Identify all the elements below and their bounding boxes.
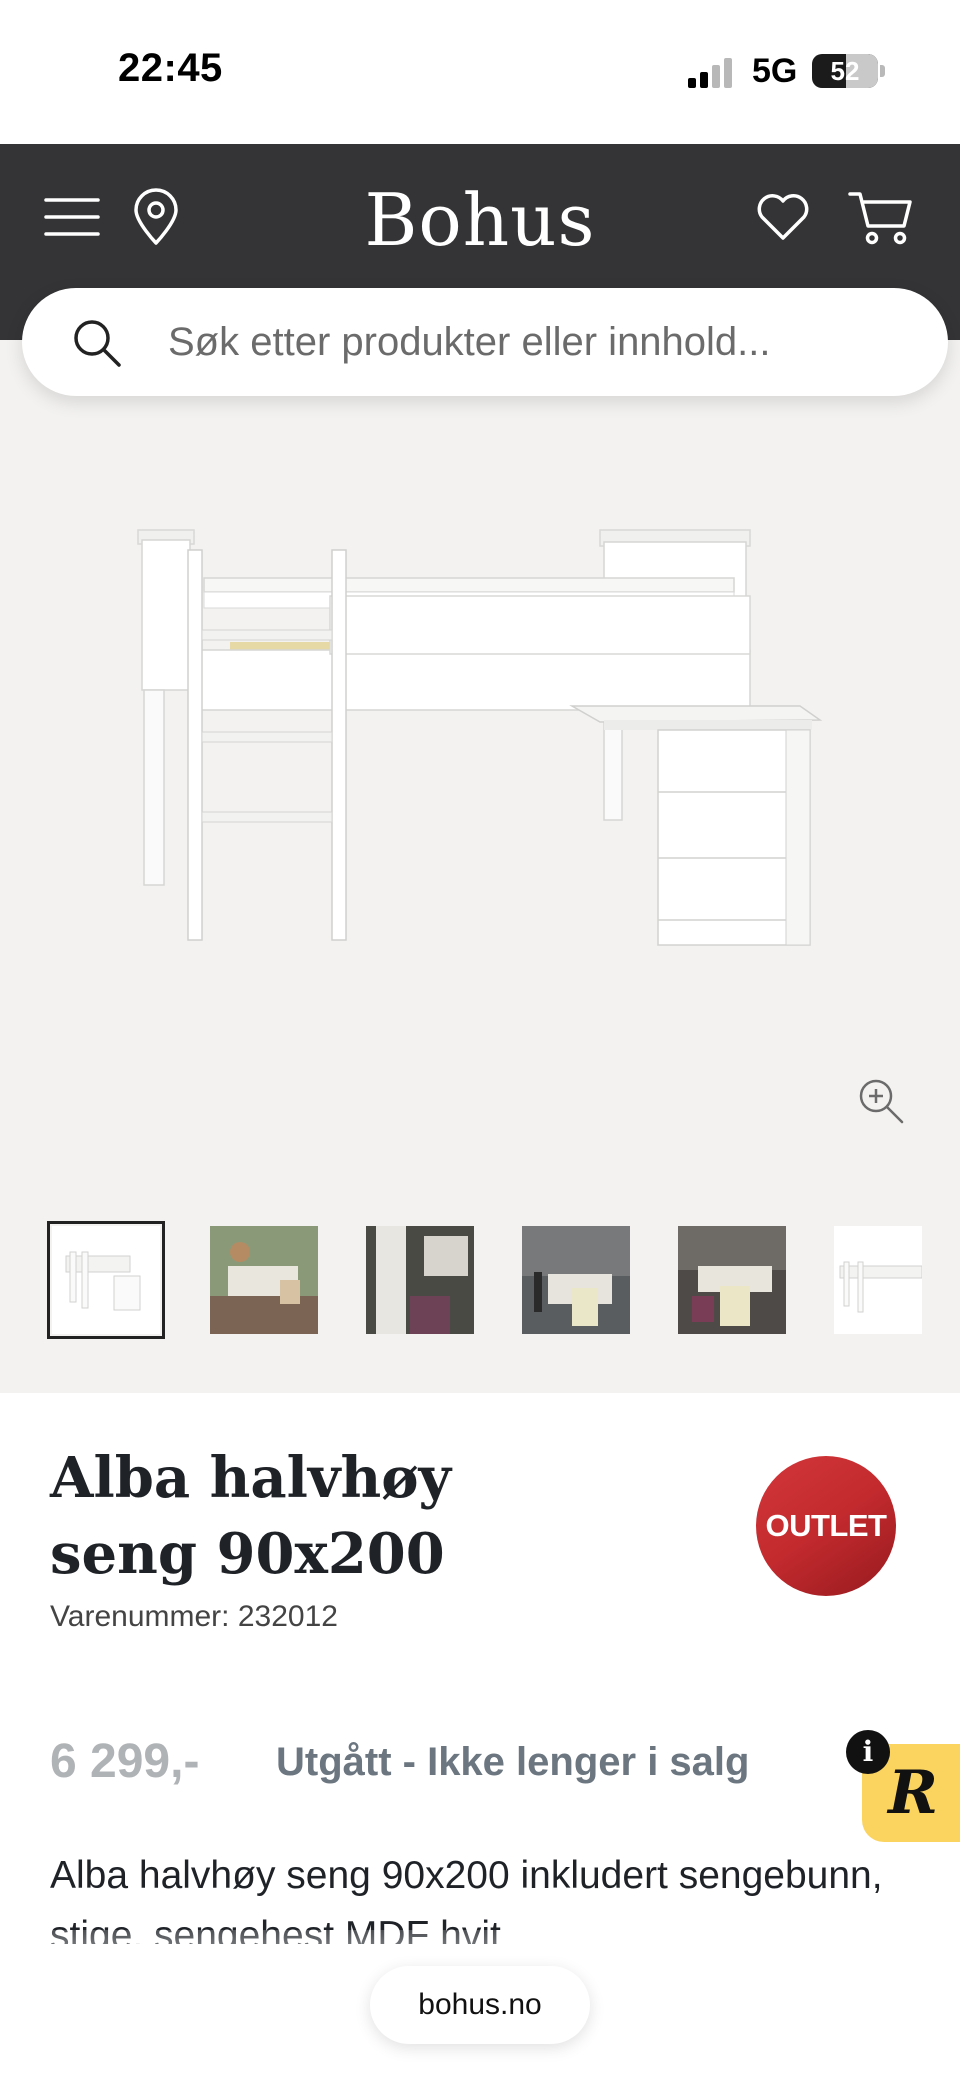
product-title: Alba halvhøy seng 90x200 xyxy=(50,1445,452,1587)
product-gallery xyxy=(0,340,960,1393)
search-input[interactable] xyxy=(168,308,908,376)
status-time: 22:45 xyxy=(118,46,223,90)
thumbnail-5[interactable] xyxy=(678,1226,786,1334)
thumbnail-strip xyxy=(47,1221,960,1346)
battery-level: 52 xyxy=(830,56,860,86)
thumbnail-1[interactable] xyxy=(47,1221,165,1339)
url-pill[interactable]: bohus.no xyxy=(370,1966,590,2044)
heart-icon[interactable] xyxy=(754,188,812,246)
search-icon xyxy=(74,320,121,367)
status-bar: 22:45 5G 52 xyxy=(0,0,960,144)
cart-icon[interactable] xyxy=(848,188,914,246)
review-widget-letter: R xyxy=(888,1758,938,1828)
product-sku: Varenummer: 232012 xyxy=(50,1600,338,1633)
battery-icon: 52 xyxy=(812,54,878,88)
search-bar[interactable] xyxy=(22,288,948,396)
availability-status: Utgått - Ikke lenger i salg xyxy=(276,1740,750,1784)
network-type: 5G xyxy=(752,52,798,90)
menu-icon[interactable] xyxy=(44,192,100,242)
site-logo[interactable]: Bohus xyxy=(330,178,630,262)
thumbnail-2[interactable] xyxy=(210,1226,318,1334)
signal-icon xyxy=(688,58,732,88)
battery-tip xyxy=(880,65,885,77)
product-main-image[interactable] xyxy=(110,510,840,950)
thumbnail-4[interactable] xyxy=(522,1226,630,1334)
thumbnail-3[interactable] xyxy=(366,1226,474,1334)
outlet-badge-label: OUTLET xyxy=(765,1508,888,1543)
product-price: 6 299,- xyxy=(50,1735,200,1788)
thumbnail-6[interactable] xyxy=(834,1226,922,1334)
info-icon[interactable]: i xyxy=(846,1730,890,1774)
outlet-badge: OUTLET xyxy=(756,1456,896,1596)
location-pin-icon[interactable] xyxy=(130,188,182,246)
zoom-in-icon[interactable] xyxy=(856,1076,906,1126)
